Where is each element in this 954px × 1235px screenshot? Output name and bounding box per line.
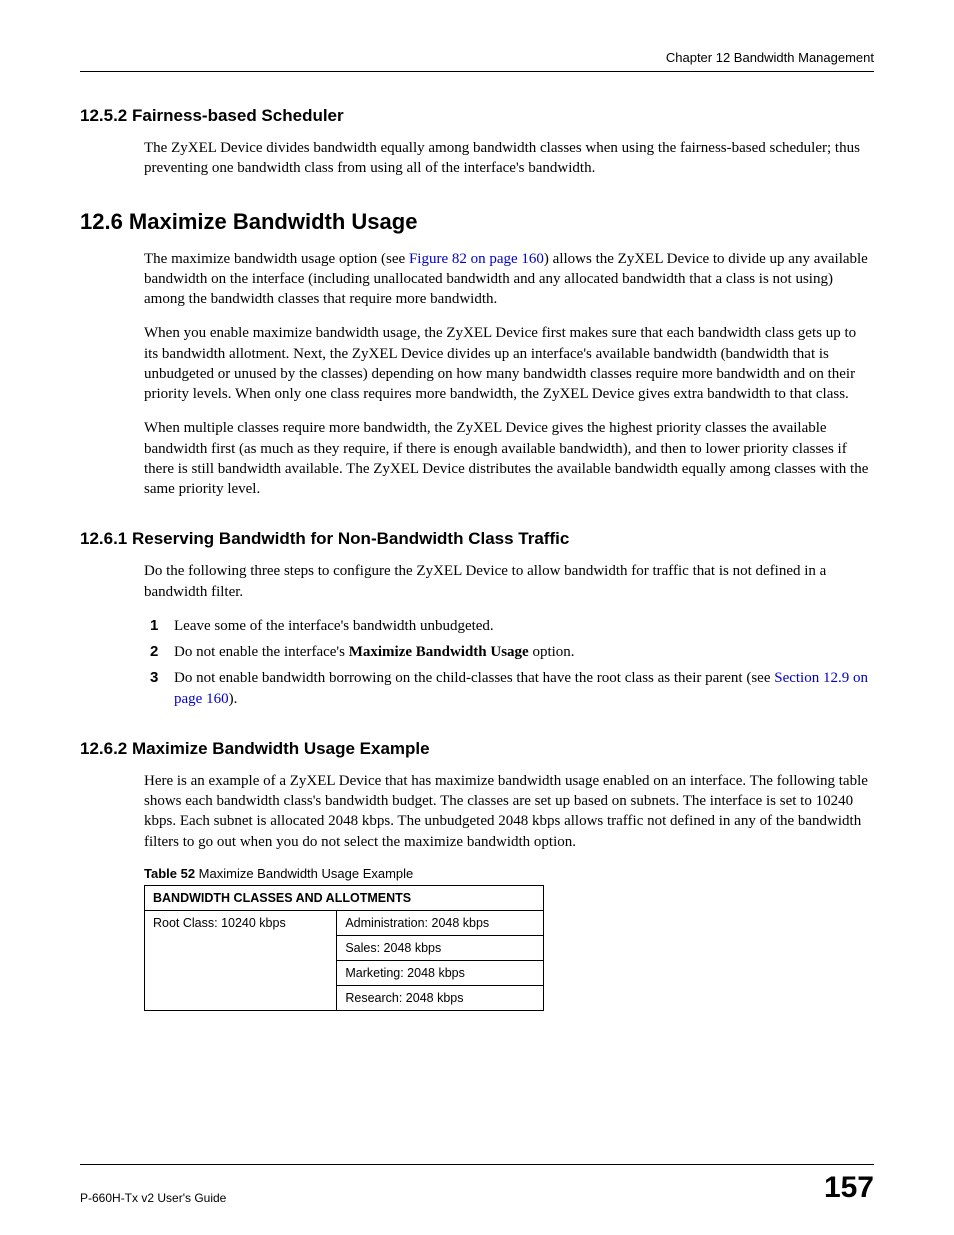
child-class-cell: Research: 2048 kbps bbox=[337, 985, 544, 1010]
step-3: Do not enable bandwidth borrowing on the… bbox=[170, 668, 874, 709]
para-12-6-1: The maximize bandwidth usage option (see… bbox=[144, 249, 874, 310]
step-1: Leave some of the interface's bandwidth … bbox=[170, 616, 874, 636]
para-12-6-2: When you enable maximize bandwidth usage… bbox=[144, 323, 874, 404]
para-12-5-2-1: The ZyXEL Device divides bandwidth equal… bbox=[144, 138, 874, 179]
chapter-label: Chapter 12 Bandwidth Management bbox=[666, 50, 874, 65]
bandwidth-table: BANDWIDTH CLASSES AND ALLOTMENTS Root Cl… bbox=[144, 885, 544, 1011]
child-class-cell: Sales: 2048 kbps bbox=[337, 935, 544, 960]
heading-12-6: 12.6 Maximize Bandwidth Usage bbox=[80, 209, 874, 235]
table-title: Maximize Bandwidth Usage Example bbox=[195, 866, 413, 881]
para-12-6-3: When multiple classes require more bandw… bbox=[144, 418, 874, 499]
steps-list: Leave some of the interface's bandwidth … bbox=[144, 616, 874, 709]
table-number: Table 52 bbox=[144, 866, 195, 881]
para-12-6-1-1: Do the following three steps to configur… bbox=[144, 561, 874, 602]
footer-guide-name: P-660H-Tx v2 User's Guide bbox=[80, 1191, 226, 1205]
text-fragment: option. bbox=[529, 644, 575, 660]
page-number: 157 bbox=[824, 1171, 874, 1205]
text-fragment: The maximize bandwidth usage option (see bbox=[144, 251, 409, 267]
text-fragment: Do not enable bandwidth borrowing on the… bbox=[174, 670, 774, 686]
table-header-row: BANDWIDTH CLASSES AND ALLOTMENTS bbox=[145, 885, 544, 910]
table-caption: Table 52 Maximize Bandwidth Usage Exampl… bbox=[144, 866, 874, 881]
para-12-6-2-1: Here is an example of a ZyXEL Device tha… bbox=[144, 771, 874, 852]
heading-12-5-2: 12.5.2 Fairness-based Scheduler bbox=[80, 106, 874, 126]
child-class-cell: Marketing: 2048 kbps bbox=[337, 960, 544, 985]
xref-figure-82[interactable]: Figure 82 on page 160 bbox=[409, 251, 544, 267]
table-header-cell: BANDWIDTH CLASSES AND ALLOTMENTS bbox=[145, 885, 544, 910]
step-2: Do not enable the interface's Maximize B… bbox=[170, 642, 874, 662]
heading-12-6-2: 12.6.2 Maximize Bandwidth Usage Example bbox=[80, 739, 874, 759]
page-footer: P-660H-Tx v2 User's Guide 157 bbox=[80, 1164, 874, 1205]
page-header: Chapter 12 Bandwidth Management bbox=[80, 50, 874, 72]
text-fragment: Do not enable the interface's bbox=[174, 644, 349, 660]
child-class-cell: Administration: 2048 kbps bbox=[337, 910, 544, 935]
text-fragment: ). bbox=[229, 691, 238, 707]
heading-12-6-1: 12.6.1 Reserving Bandwidth for Non-Bandw… bbox=[80, 529, 874, 549]
table-row: Root Class: 10240 kbps Administration: 2… bbox=[145, 910, 544, 935]
root-class-cell: Root Class: 10240 kbps bbox=[145, 910, 337, 1010]
option-name: Maximize Bandwidth Usage bbox=[349, 644, 529, 660]
